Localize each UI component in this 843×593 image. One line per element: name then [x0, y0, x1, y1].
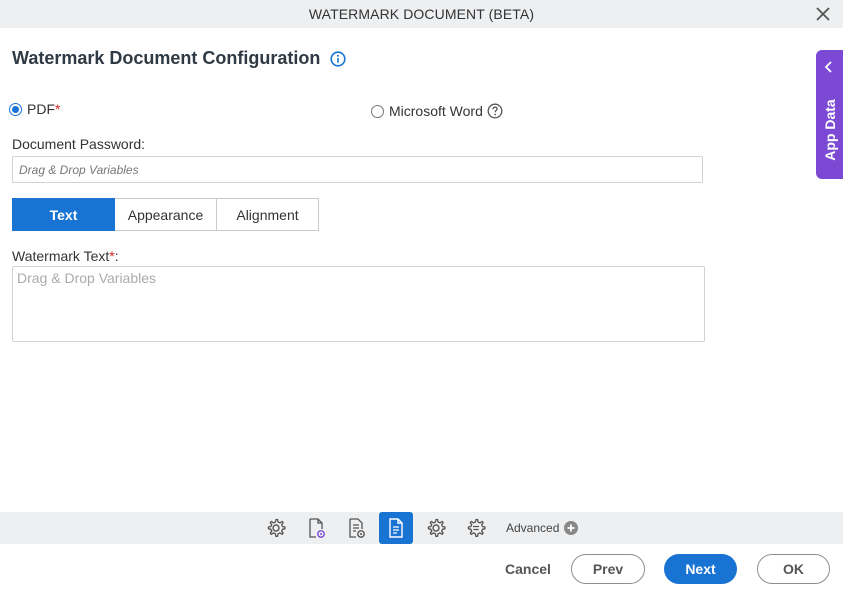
- tab-alignment[interactable]: Alignment: [217, 198, 319, 231]
- dialog-titlebar: WATERMARK DOCUMENT (BETA): [0, 0, 843, 28]
- cancel-button[interactable]: Cancel: [498, 554, 558, 584]
- word-radio[interactable]: [371, 104, 384, 118]
- cog-icon[interactable]: [419, 512, 453, 544]
- advanced-label: Advanced: [506, 521, 560, 535]
- dialog-title: WATERMARK DOCUMENT (BETA): [308, 6, 535, 22]
- page-heading: Watermark Document Configuration: [12, 48, 346, 69]
- tab-text[interactable]: Text: [12, 198, 115, 231]
- app-data-panel-toggle[interactable]: App Data: [816, 50, 843, 179]
- label-colon: :: [114, 248, 119, 264]
- watermark-text-label-text: Watermark Text: [12, 248, 110, 264]
- form-settings-icon[interactable]: [339, 512, 373, 544]
- close-icon[interactable]: [813, 4, 833, 24]
- pdf-label: PDF: [27, 101, 55, 117]
- document-settings-icon[interactable]: [299, 512, 333, 544]
- pdf-radio[interactable]: [9, 102, 22, 116]
- password-label: Document Password:: [12, 136, 146, 152]
- document-list-icon[interactable]: [379, 512, 413, 544]
- next-button[interactable]: Next: [664, 554, 737, 584]
- page-title: Watermark Document Configuration: [12, 48, 321, 68]
- plus-circle-icon: [564, 521, 579, 535]
- word-label: Microsoft Word: [389, 103, 483, 119]
- gear-icon[interactable]: [259, 512, 293, 544]
- word-option[interactable]: Microsoft Word: [371, 103, 503, 119]
- required-asterisk: *: [55, 101, 61, 117]
- info-icon[interactable]: [329, 50, 346, 67]
- password-input[interactable]: Drag & Drop Variables: [12, 156, 703, 183]
- watermark-text-input[interactable]: Drag & Drop Variables: [12, 266, 705, 342]
- app-data-label: App Data: [821, 99, 838, 161]
- advanced-button[interactable]: Advanced: [506, 512, 579, 544]
- filter-settings-icon[interactable]: [459, 512, 493, 544]
- step-toolbar: Advanced: [0, 512, 843, 544]
- help-icon[interactable]: [487, 103, 503, 119]
- tab-appearance[interactable]: Appearance: [115, 198, 217, 231]
- prev-button[interactable]: Prev: [571, 554, 645, 584]
- pdf-option[interactable]: PDF *: [9, 101, 60, 117]
- chevron-left-icon: [824, 60, 834, 78]
- ok-button[interactable]: OK: [757, 554, 830, 584]
- config-tabs: Text Appearance Alignment: [12, 198, 319, 231]
- watermark-text-label: Watermark Text*:: [12, 248, 119, 264]
